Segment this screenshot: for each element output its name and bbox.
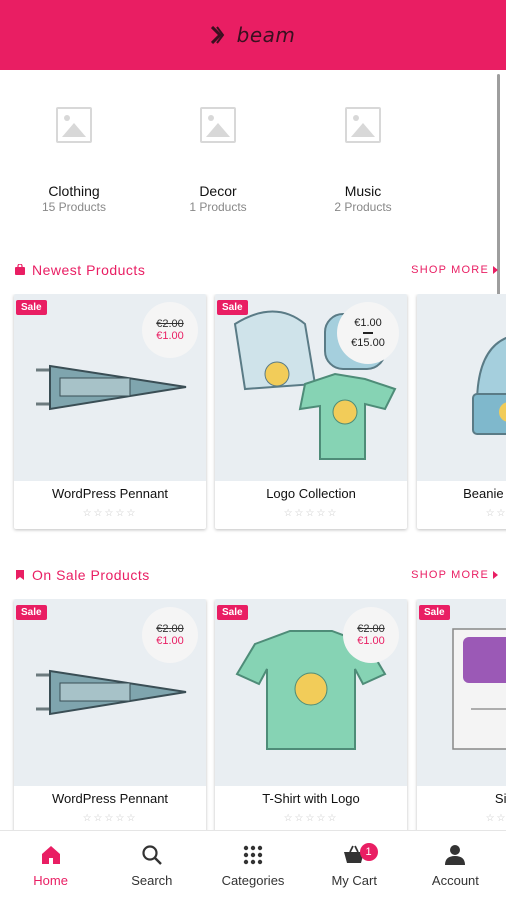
sale-badge: Sale (217, 605, 248, 620)
nav-label: My Cart (331, 873, 377, 888)
brand-name: beam (236, 23, 296, 47)
product-image (417, 294, 506, 481)
nav-account[interactable]: Account (405, 831, 506, 900)
category-item-decor[interactable]: Decor 1 Products (153, 95, 283, 214)
on-sale-products-header: On Sale Products SHOP MORE (14, 565, 498, 585)
category-count: 15 Products (41, 200, 107, 214)
nav-label: Categories (221, 873, 285, 888)
sale-badge: Sale (217, 300, 248, 315)
price-bubble: €2.00 €1.00 (343, 607, 399, 663)
product-title: WordPress Pennant (51, 791, 169, 806)
price-low: €1.00 (354, 317, 382, 329)
shop-more-label: SHOP MORE (411, 264, 489, 276)
bookmark-icon (16, 570, 24, 580)
product-title: Logo Collection (266, 486, 356, 501)
nav-label: Search (131, 873, 173, 888)
brand[interactable]: beam (210, 23, 296, 47)
home-icon (41, 846, 60, 864)
price-bubble: €2.00 €1.00 (142, 302, 198, 358)
bottom-navigation: Home Search Categories 1 My Cart Account (0, 830, 506, 900)
product-card[interactable]: Sale €2.00 €1.00 WordPress Pennant ☆☆☆☆☆ (14, 294, 206, 529)
product-title: WordPress Pennant (51, 486, 169, 501)
nav-label: Account (431, 873, 479, 888)
rating-stars: ☆☆☆☆☆ (485, 813, 506, 824)
newest-products-carousel[interactable]: Sale €2.00 €1.00 WordPress Pennant ☆☆☆☆☆… (0, 294, 506, 534)
sale-badge: Sale (16, 605, 47, 620)
price-high: €15.00 (351, 337, 385, 349)
image-placeholder-icon (200, 107, 236, 143)
shopping-bag-icon (15, 264, 25, 275)
nav-label: Home (33, 873, 68, 888)
category-item-clothing[interactable]: Clothing 15 Products (9, 95, 139, 214)
image-placeholder-icon (345, 107, 381, 143)
rating-stars: ☆☆☆☆☆ (82, 508, 138, 519)
price-old: €2.00 (357, 623, 385, 635)
category-list: Clothing 15 Products Decor 1 Products Mu… (0, 95, 506, 225)
nav-search[interactable]: Search (101, 831, 202, 900)
grid-icon (243, 845, 263, 865)
product-title: Beanie with Logo (463, 486, 506, 501)
product-card[interactable]: Beanie with Logo ☆☆☆☆☆ (417, 294, 506, 529)
sale-badge: Sale (16, 300, 47, 315)
arrow-right-icon (493, 571, 498, 579)
shop-more-onsale-link[interactable]: SHOP MORE (411, 569, 498, 581)
rating-stars: ☆☆☆☆☆ (82, 813, 138, 824)
price-bubble: €1.00 €15.00 (337, 302, 399, 364)
section-title: Newest Products (14, 262, 145, 278)
nav-categories[interactable]: Categories (202, 831, 303, 900)
category-name: Music (344, 183, 382, 199)
newest-products-header: Newest Products SHOP MORE (14, 260, 498, 280)
category-name: Decor (199, 183, 237, 199)
rating-stars: ☆☆☆☆☆ (485, 508, 506, 519)
nav-my-cart[interactable]: 1 My Cart (304, 831, 405, 900)
rating-stars: ☆☆☆☆☆ (283, 508, 339, 519)
price-old: €2.00 (156, 623, 184, 635)
product-card[interactable]: Sale €2.00 €1.00 WordPress Pennant ☆☆☆☆☆ (14, 599, 206, 834)
section-title: On Sale Products (14, 567, 150, 583)
beam-logo-icon (210, 26, 224, 44)
product-title: T-Shirt with Logo (262, 791, 360, 806)
nav-home[interactable]: Home (0, 831, 101, 900)
section-title-text: Newest Products (32, 262, 146, 278)
rating-stars: ☆☆☆☆☆ (283, 813, 339, 824)
shop-more-newest-link[interactable]: SHOP MORE (411, 264, 498, 276)
price-new: €1.00 (357, 635, 385, 647)
product-card[interactable]: Sale €2.00 €1.00 T-Shirt with Logo ☆☆☆☆☆ (215, 599, 407, 834)
category-item-music[interactable]: Music 2 Products (298, 95, 428, 214)
product-image (417, 599, 506, 786)
search-icon (142, 845, 162, 865)
price-bubble: €2.00 €1.00 (142, 607, 198, 663)
product-card[interactable]: Sale Single ☆☆☆☆☆ (417, 599, 506, 834)
on-sale-products-carousel[interactable]: Sale €2.00 €1.00 WordPress Pennant ☆☆☆☆☆… (0, 599, 506, 839)
price-range-dash (363, 332, 373, 334)
cart-count-badge: 1 (359, 843, 378, 861)
product-card[interactable]: Sale €1.00 €15.00 Logo Collection ☆☆☆☆☆ (215, 294, 407, 529)
price-old: €2.00 (156, 318, 184, 330)
arrow-right-icon (493, 266, 498, 274)
beanie-image (472, 337, 506, 435)
category-count: 1 Products (189, 200, 247, 214)
product-title: Single (494, 791, 506, 806)
price-new: €1.00 (156, 635, 184, 647)
single-album-image (452, 628, 506, 750)
category-count: 2 Products (334, 200, 392, 214)
account-icon (445, 845, 466, 865)
category-name: Clothing (48, 183, 100, 199)
image-placeholder-icon (56, 107, 92, 143)
shop-more-label: SHOP MORE (411, 569, 489, 581)
price-new: €1.00 (156, 330, 184, 342)
section-title-text: On Sale Products (32, 567, 150, 583)
sale-badge: Sale (419, 605, 450, 620)
top-app-bar: beam (0, 0, 506, 70)
